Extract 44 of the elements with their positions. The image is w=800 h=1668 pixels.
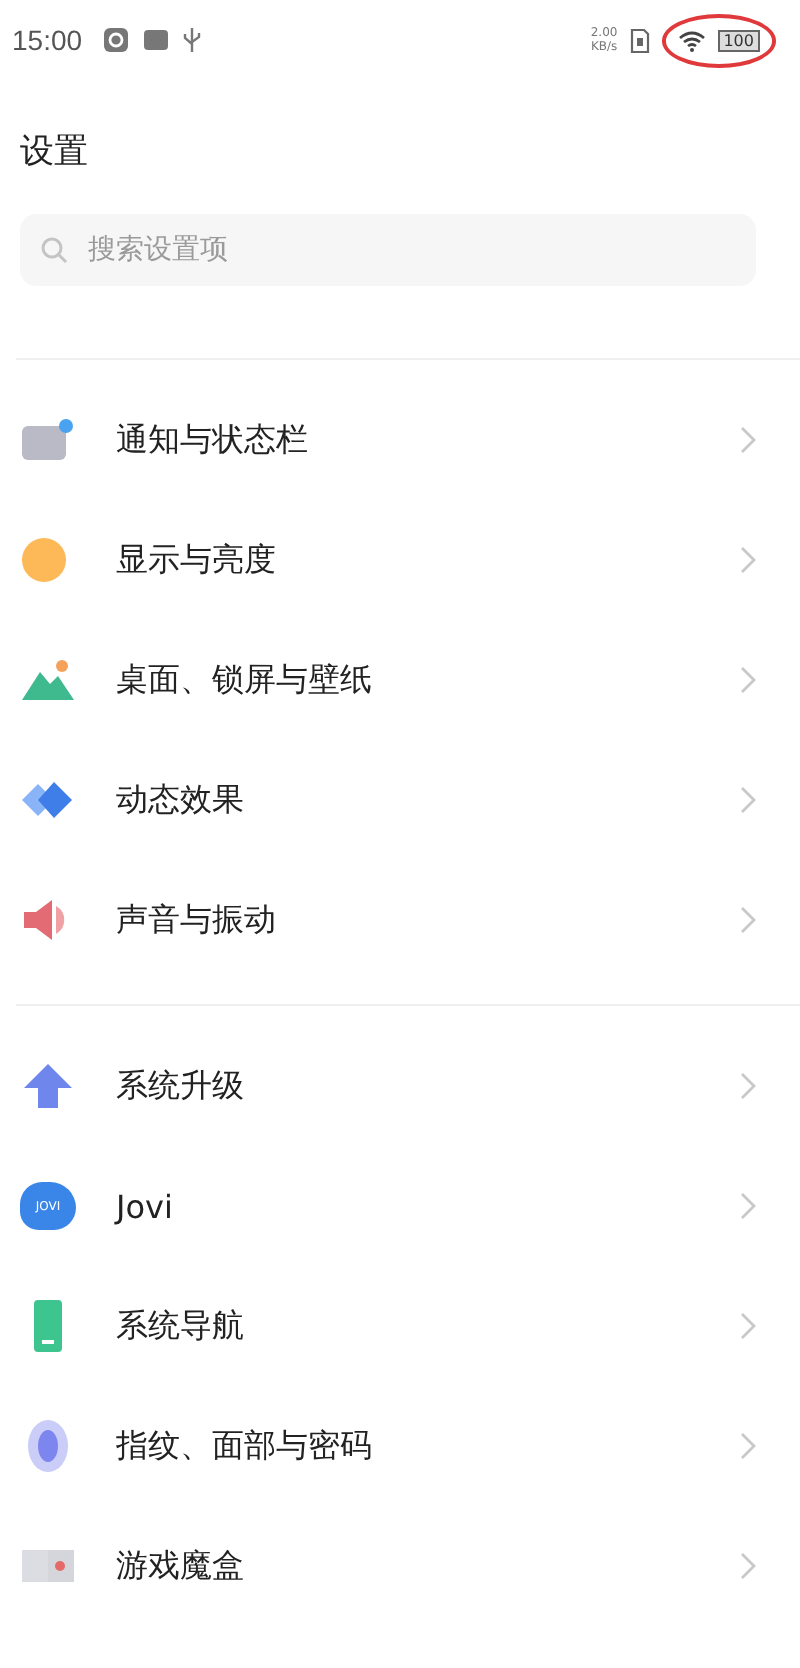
item-label: 动态效果	[116, 779, 246, 821]
diamond-icon	[20, 776, 76, 824]
settings-item[interactable]: 系统导航	[0, 1266, 800, 1386]
sun-icon	[20, 536, 68, 584]
item-label: 声音与振动	[116, 899, 278, 941]
settings-item[interactable]: 显示与亮度	[0, 500, 800, 620]
sim-card-icon	[629, 27, 650, 53]
status-time: 15:00	[12, 24, 83, 56]
chevron-icon	[740, 1192, 756, 1220]
chevron-icon	[740, 546, 756, 574]
chevron-icon	[740, 666, 756, 694]
item-label: 系统导航	[116, 1305, 246, 1347]
settings-item[interactable]: 动态效果	[0, 740, 800, 860]
settings-item[interactable]: 系统升级	[0, 1026, 800, 1146]
item-label: 指纹、面部与密码	[116, 1425, 374, 1467]
chevron-icon	[740, 1312, 756, 1340]
battery-level: 100	[717, 29, 760, 51]
app-notification-icon	[142, 26, 171, 54]
usb-icon	[182, 26, 203, 54]
chevron-icon	[740, 906, 756, 934]
item-label: 游戏魔盒	[116, 1545, 246, 1587]
item-label: 通知与状态栏	[116, 419, 310, 461]
page-title: 设置	[20, 130, 90, 176]
settings-item[interactable]: 桌面、锁屏与壁纸	[0, 620, 800, 740]
up-arrow-icon	[20, 1062, 76, 1110]
item-label: Jovi	[116, 1187, 175, 1225]
chevron-icon	[740, 1432, 756, 1460]
mountain-icon	[20, 656, 76, 704]
settings-item[interactable]: 声音与振动	[0, 860, 800, 980]
settings-item[interactable]: 指纹、面部与密码	[0, 1386, 800, 1506]
app-notification-icon	[102, 26, 131, 54]
chevron-icon	[740, 426, 756, 454]
settings-item[interactable]: 通知与状态栏	[0, 380, 800, 500]
chevron-icon	[740, 1072, 756, 1100]
chevron-icon	[740, 1552, 756, 1580]
search-icon	[40, 236, 68, 264]
item-label: 系统升级	[116, 1065, 246, 1107]
notification-card-icon	[20, 416, 76, 464]
wifi-icon	[677, 29, 706, 51]
search-field[interactable]: 搜索设置项	[20, 214, 756, 286]
settings-item[interactable]: 游戏魔盒	[0, 1506, 800, 1626]
item-label: 显示与亮度	[116, 539, 278, 581]
chevron-icon	[740, 786, 756, 814]
item-label: 桌面、锁屏与壁纸	[116, 659, 374, 701]
